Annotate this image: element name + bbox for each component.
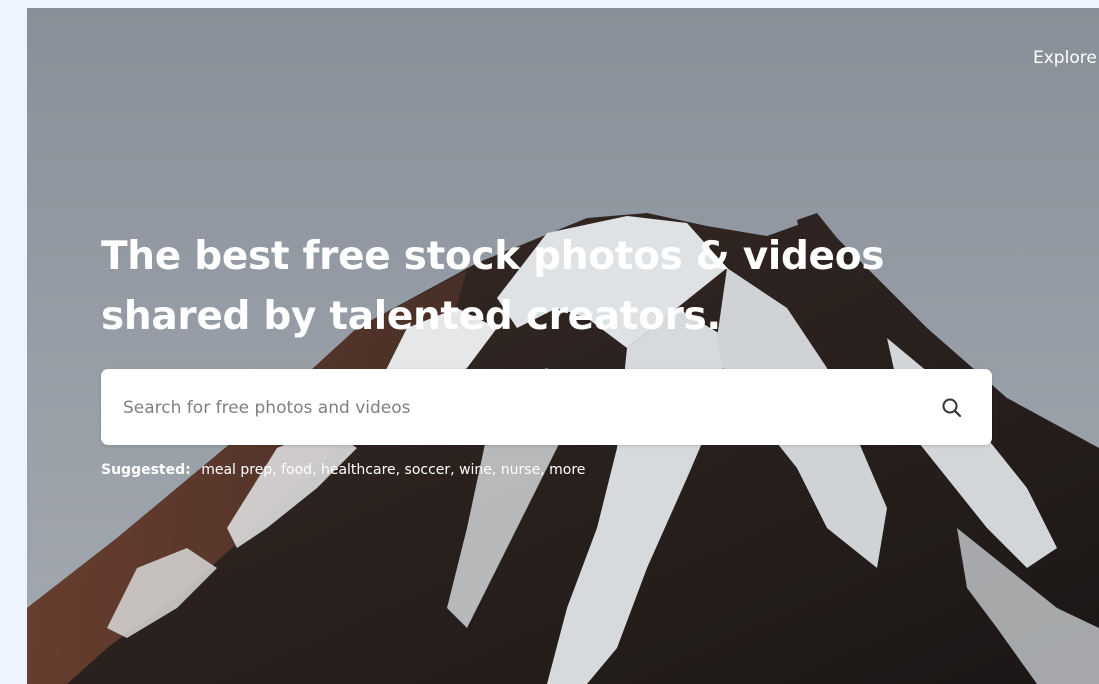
hero-title-line-1: The best free stock photos & videos bbox=[101, 234, 885, 279]
suggested-link-more[interactable]: more bbox=[549, 462, 585, 478]
suggested-link-meal-prep[interactable]: meal prep bbox=[201, 462, 272, 478]
hero-section: Explore The best free stock photos & vid… bbox=[27, 8, 1099, 684]
suggested-link-healthcare[interactable]: healthcare bbox=[321, 462, 396, 478]
search-bar bbox=[101, 369, 992, 447]
hero-title: The best free stock photos & videos shar… bbox=[101, 227, 1001, 347]
nav-explore-link[interactable]: Explore bbox=[1033, 48, 1097, 68]
suggested-label: Suggested: bbox=[101, 462, 191, 478]
suggested-link-nurse[interactable]: nurse bbox=[501, 462, 540, 478]
suggested-searches: Suggested: meal prep, food, healthcare, … bbox=[101, 462, 586, 478]
suggested-link-food[interactable]: food bbox=[281, 462, 312, 478]
suggested-link-wine[interactable]: wine bbox=[459, 462, 492, 478]
suggested-link-soccer[interactable]: soccer bbox=[405, 462, 451, 478]
search-button[interactable] bbox=[937, 393, 967, 423]
hero-title-line-2: shared by talented creators. bbox=[101, 294, 721, 339]
search-icon bbox=[942, 398, 962, 418]
search-input[interactable] bbox=[121, 369, 905, 447]
